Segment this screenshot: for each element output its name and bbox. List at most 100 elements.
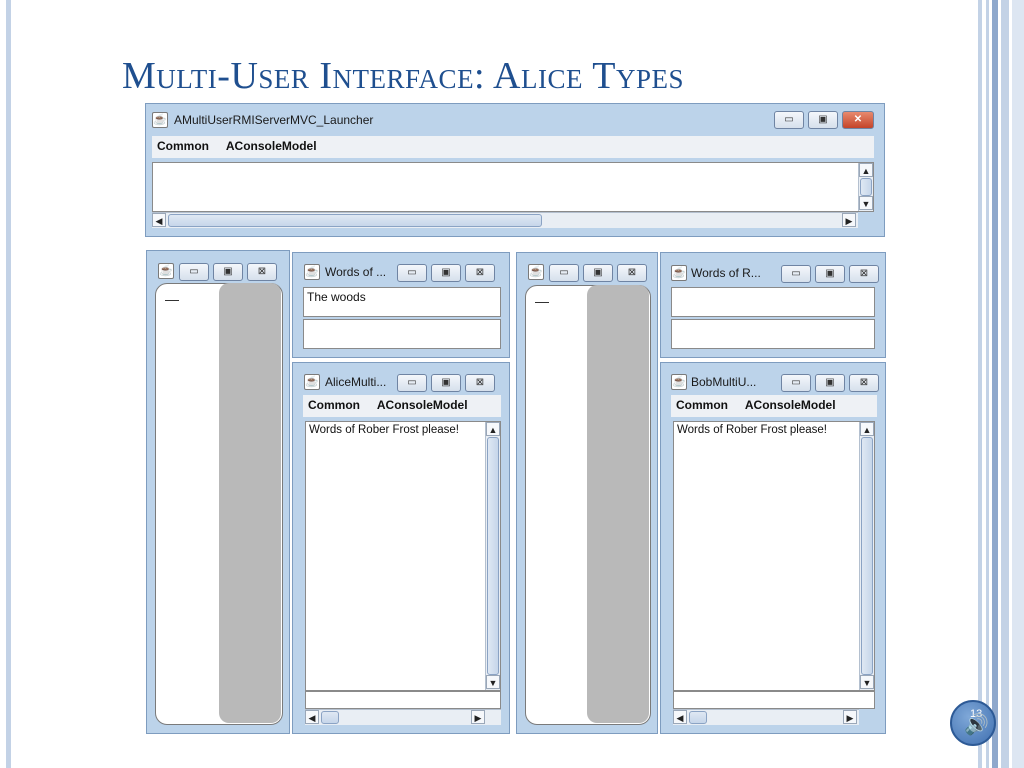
launcher-title: AMultiUserRMIServerMVC_Launcher — [174, 113, 374, 127]
scroll-thumb[interactable] — [860, 178, 872, 196]
bob-console-menubar: Common AConsoleModel — [671, 395, 877, 417]
bob-words-field-2[interactable] — [671, 319, 875, 349]
bob-shell-cursor: — — [535, 293, 549, 309]
java-icon: ☕ — [152, 112, 168, 128]
minimize-button[interactable]: ▭ — [549, 264, 579, 282]
slide-title: Multi-User Interface: Alice Types — [122, 55, 684, 97]
launcher-menubar: Common AConsoleModel — [152, 136, 874, 158]
minimize-button[interactable]: ▭ — [774, 111, 804, 129]
alice-console-output[interactable]: Words of Rober Frost please! — [305, 421, 501, 691]
minimize-button[interactable]: ▭ — [179, 263, 209, 281]
bob-words-window: ☕ Words of R... ▭ ▣ ⊠ — [660, 252, 886, 358]
scroll-thumb[interactable] — [689, 711, 707, 724]
minimize-button[interactable]: ▭ — [781, 265, 811, 283]
bob-console-titlebar[interactable]: ☕ BobMultiU... ▭ ▣ ⊠ — [661, 363, 885, 392]
scroll-down-arrow-icon[interactable]: ▼ — [859, 196, 873, 210]
alice-words-field-2[interactable] — [303, 319, 501, 349]
bob-console-horizontal-scrollbar[interactable]: ◀ ▶ — [673, 709, 859, 725]
slide-right-rail — [978, 0, 982, 768]
bob-words-title: Words of R... — [691, 266, 761, 280]
audio-speaker-button[interactable]: 13 🔊 — [950, 700, 996, 746]
menu-common[interactable]: Common — [676, 398, 728, 412]
alice-words-titlebar[interactable]: ☕ Words of ... ▭ ▣ ⊠ — [293, 253, 509, 282]
bob-console-title: BobMultiU... — [691, 375, 757, 389]
alice-words-title: Words of ... — [325, 265, 387, 279]
alice-console-window: ☕ AliceMulti... ▭ ▣ ⊠ Common AConsoleMod… — [292, 362, 510, 734]
minimize-button[interactable]: ▭ — [781, 374, 811, 392]
scroll-thumb[interactable] — [487, 437, 499, 675]
slide-right-rail — [992, 0, 998, 768]
scroll-right-arrow-icon[interactable]: ▶ — [843, 710, 857, 724]
maximize-button[interactable]: ▣ — [213, 263, 243, 281]
scroll-left-arrow-icon[interactable]: ◀ — [673, 710, 687, 724]
scroll-right-arrow-icon[interactable]: ▶ — [471, 710, 485, 724]
close-button[interactable]: ⊠ — [849, 374, 879, 392]
menu-common[interactable]: Common — [157, 139, 209, 153]
bob-words-titlebar[interactable]: ☕ Words of R... ▭ ▣ ⊠ — [661, 253, 885, 283]
menu-aconsolemodel[interactable]: AConsoleModel — [377, 398, 468, 412]
close-button[interactable]: ⊠ — [465, 374, 495, 392]
launcher-window: ☕ AMultiUserRMIServerMVC_Launcher ▭ ▣ ✕ … — [145, 103, 885, 237]
maximize-button[interactable]: ▣ — [808, 111, 838, 129]
scroll-thumb[interactable] — [168, 214, 542, 227]
alice-shell-cursor: — — [165, 291, 179, 307]
alice-console-input[interactable] — [305, 691, 501, 709]
alice-console-titlebar[interactable]: ☕ AliceMulti... ▭ ▣ ⊠ — [293, 363, 509, 392]
maximize-button[interactable]: ▣ — [815, 374, 845, 392]
menu-aconsolemodel[interactable]: AConsoleModel — [226, 139, 317, 153]
alice-words-window: ☕ Words of ... ▭ ▣ ⊠ The woods — [292, 252, 510, 358]
bob-shell-window: ☕ ▭ ▣ ⊠ — — [516, 252, 658, 734]
java-icon: ☕ — [304, 374, 320, 390]
alice-words-field[interactable]: The woods — [303, 287, 501, 317]
alice-console-title: AliceMulti... — [325, 375, 387, 389]
menu-aconsolemodel[interactable]: AConsoleModel — [745, 398, 836, 412]
bob-words-field[interactable] — [671, 287, 875, 317]
maximize-button[interactable]: ▣ — [431, 264, 461, 282]
bob-console-output[interactable]: Words of Rober Frost please! — [673, 421, 875, 691]
scroll-left-arrow-icon[interactable]: ◀ — [152, 213, 166, 227]
scroll-up-arrow-icon[interactable]: ▲ — [486, 422, 500, 436]
launcher-titlebar[interactable]: ☕ AMultiUserRMIServerMVC_Launcher ▭ ▣ ✕ — [146, 104, 884, 132]
minimize-button[interactable]: ▭ — [397, 264, 427, 282]
scroll-right-arrow-icon[interactable]: ▶ — [842, 213, 856, 227]
maximize-button[interactable]: ▣ — [431, 374, 461, 392]
maximize-button[interactable]: ▣ — [815, 265, 845, 283]
alice-console-horizontal-scrollbar[interactable]: ◀ ▶ — [305, 709, 501, 725]
scroll-down-arrow-icon[interactable]: ▼ — [860, 675, 874, 689]
minimize-button[interactable]: ▭ — [397, 374, 427, 392]
slide-right-rail — [986, 0, 989, 768]
java-icon: ☕ — [528, 264, 544, 280]
scroll-thumb[interactable] — [321, 711, 339, 724]
alice-console-vertical-scrollbar[interactable]: ▲ ▼ — [485, 422, 500, 690]
java-icon: ☕ — [304, 264, 320, 280]
java-icon: ☕ — [158, 263, 174, 279]
scroll-up-arrow-icon[interactable]: ▲ — [859, 163, 873, 177]
slide-left-rail — [6, 0, 11, 768]
close-button[interactable]: ⊠ — [617, 264, 647, 282]
bob-shell-titlebar[interactable]: ☕ ▭ ▣ ⊠ — [517, 253, 657, 282]
scroll-thumb[interactable] — [861, 437, 873, 675]
launcher-text-area[interactable] — [152, 162, 874, 212]
java-icon: ☕ — [671, 265, 687, 281]
launcher-vertical-scrollbar[interactable]: ▲ ▼ — [858, 163, 873, 211]
scroll-up-arrow-icon[interactable]: ▲ — [860, 422, 874, 436]
launcher-horizontal-scrollbar[interactable]: ◀ ▶ — [152, 212, 858, 228]
speaker-icon: 🔊 — [964, 714, 989, 736]
slide-right-rail — [1001, 0, 1009, 768]
bob-console-input[interactable] — [673, 691, 875, 709]
scroll-down-arrow-icon[interactable]: ▼ — [486, 675, 500, 689]
alice-shell-titlebar[interactable]: ☕ ▭ ▣ ⊠ — [147, 251, 289, 281]
close-button[interactable]: ✕ — [842, 111, 874, 129]
scroll-left-arrow-icon[interactable]: ◀ — [305, 710, 319, 724]
close-button[interactable]: ⊠ — [849, 265, 879, 283]
maximize-button[interactable]: ▣ — [583, 264, 613, 282]
slide-right-rail — [1012, 0, 1024, 768]
bob-console-window: ☕ BobMultiU... ▭ ▣ ⊠ Common AConsoleMode… — [660, 362, 886, 734]
alice-console-menubar: Common AConsoleModel — [303, 395, 501, 417]
bob-shell-gray-column — [587, 285, 649, 723]
bob-console-vertical-scrollbar[interactable]: ▲ ▼ — [859, 422, 874, 690]
close-button[interactable]: ⊠ — [465, 264, 495, 282]
java-icon: ☕ — [671, 374, 687, 390]
close-button[interactable]: ⊠ — [247, 263, 277, 281]
menu-common[interactable]: Common — [308, 398, 360, 412]
